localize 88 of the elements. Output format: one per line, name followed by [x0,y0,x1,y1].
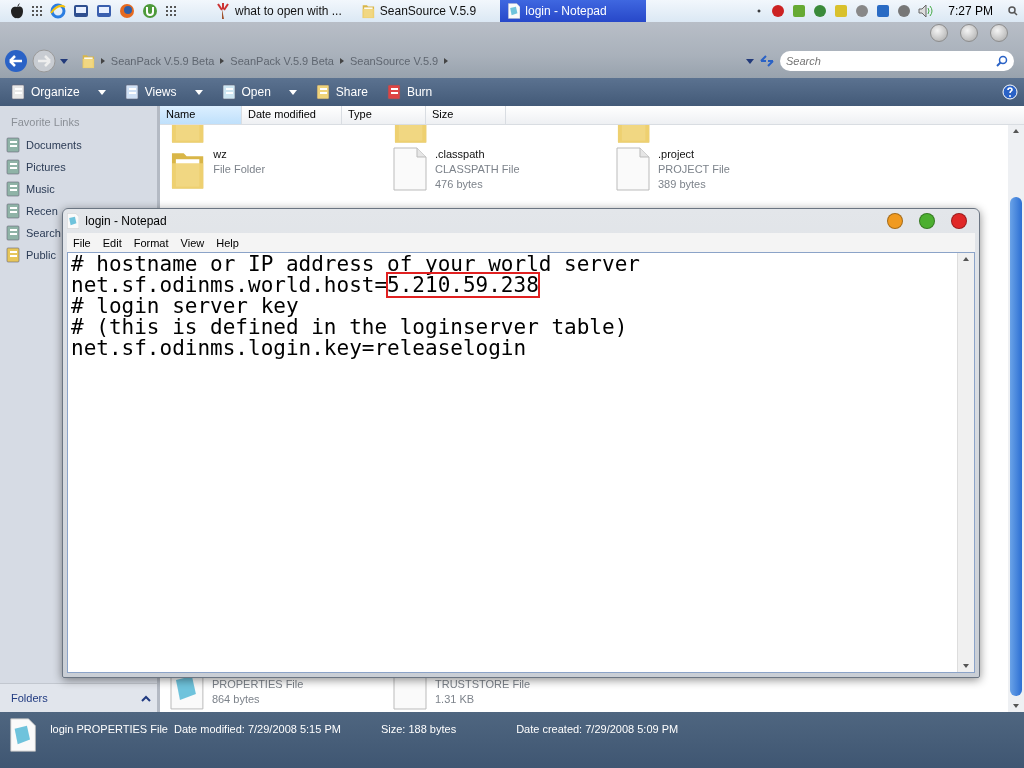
fox-globe-icon[interactable] [119,3,135,19]
toolbar-button[interactable]: Burn [381,82,437,102]
favorite-link[interactable]: Music [26,183,55,195]
taskbar-button[interactable]: login - Notepad [500,0,646,22]
documents-icon [5,137,21,153]
status-text: login PROPERTIES File [50,723,168,735]
file-tile[interactable]: wz File Folder [170,145,393,205]
minimize-button[interactable] [887,213,903,229]
favorite-link[interactable]: Recen [26,205,58,217]
chevron-icon[interactable] [98,57,107,65]
caret-icon [60,58,68,64]
menu-item[interactable]: Format [127,236,175,249]
apple-logo-icon[interactable] [10,3,24,19]
status-text: Date modified: 7/29/2008 5:15 PM [173,723,341,735]
chevron-icon[interactable] [337,57,346,65]
column-header[interactable]: Type [342,106,426,124]
status-text: Date created: 7/29/2008 5:09 PM [516,723,679,735]
grid-icon[interactable] [31,5,43,17]
brush-icon [216,3,230,19]
file-type: TRUSTSTORE File [435,677,531,691]
favorite-link[interactable]: Pictures [26,161,66,173]
help-icon[interactable] [1002,84,1018,100]
file-tile[interactable]: .classpath CLASSPATH File 476 bytes [393,145,616,205]
menu-item[interactable]: Edit [96,236,128,249]
window-button[interactable] [930,24,948,42]
taskbar-button[interactable]: SeanSource V.5.9 [354,0,500,22]
taskbar-button[interactable]: what to open with ... [208,0,354,22]
section-title: Favorite Links [10,115,81,130]
search-field[interactable]: Search [780,51,1014,71]
window-title: login - Notepad [85,214,167,228]
status-text: Size: 188 bytes [380,723,457,735]
menu-item[interactable]: File [67,236,97,249]
text-line: # login server key [71,296,300,317]
text-line: net.sf.odinms.world.host=5.210.59.238 [71,275,540,296]
toolbar-button[interactable]: Organize [6,82,110,102]
notepad-file-icon [10,718,37,752]
speaker-icon[interactable] [917,3,936,19]
search-icon[interactable] [1008,6,1018,16]
file-type: CLASSPATH File [435,162,520,176]
pages-icon [10,84,26,100]
window-button[interactable] [960,24,978,42]
monitor-icon[interactable] [73,3,89,19]
file-size: 1.31 KB [435,692,476,706]
scroll-thumb[interactable] [1010,197,1022,696]
file-tile[interactable]: .project PROJECT File 389 bytes [616,145,839,205]
file-type: File Folder [213,162,266,176]
text-line: net.sf.odinms.login.key=releaselogin [71,338,527,359]
file-icon [616,147,650,191]
file-name: .project [658,147,696,161]
file-icon [393,147,427,191]
file-size: 476 bytes [435,177,484,191]
toolbar-button[interactable]: Views [119,82,207,102]
favorite-link[interactable]: Documents [26,139,82,151]
file-size: 389 bytes [658,177,707,191]
column-header[interactable]: Size [426,106,506,124]
back-icon[interactable] [4,49,28,73]
file-size: 864 bytes [211,692,261,706]
refresh-icon[interactable] [758,53,776,69]
scrollbar[interactable] [1008,125,1024,712]
file-type: PROPERTIES File [211,677,304,691]
window-button[interactable] [990,24,1008,42]
clock[interactable]: 7:27 PM [948,4,993,18]
folders-toggle[interactable]: Folders [0,683,157,712]
grid-icon[interactable] [165,5,177,17]
close-button[interactable] [951,213,967,229]
text-line: # hostname or IP address of your world server [71,254,641,275]
notepad-file-icon [67,213,80,229]
menu-item[interactable]: Help [210,236,245,249]
browser-e-icon[interactable] [50,3,66,19]
notepad-file-icon [508,3,521,19]
search-icon [996,55,1008,67]
caret-icon [746,58,754,64]
scrollbar[interactable] [957,253,974,672]
file-name: wz [213,147,228,161]
column-header[interactable]: Name [160,106,242,124]
menu-item[interactable]: View [174,236,211,249]
file-tile[interactable]: TRUSTSTORE File 1.31 KB [393,676,616,712]
file-name: .classpath [435,147,486,161]
chevron-up-icon [141,694,151,702]
torrent-icon[interactable] [142,3,158,19]
maximize-button[interactable] [919,213,935,229]
toolbar-button[interactable]: Open [216,82,301,102]
file-type: PROJECT File [658,162,730,176]
column-header[interactable]: Date modified [242,106,342,124]
favorite-link[interactable]: Public [26,249,56,261]
favorite-link[interactable]: Search [26,227,61,239]
toolbar-button[interactable]: Share [310,82,372,102]
text-line: # (this is defined in the loginserver table) [71,317,629,338]
